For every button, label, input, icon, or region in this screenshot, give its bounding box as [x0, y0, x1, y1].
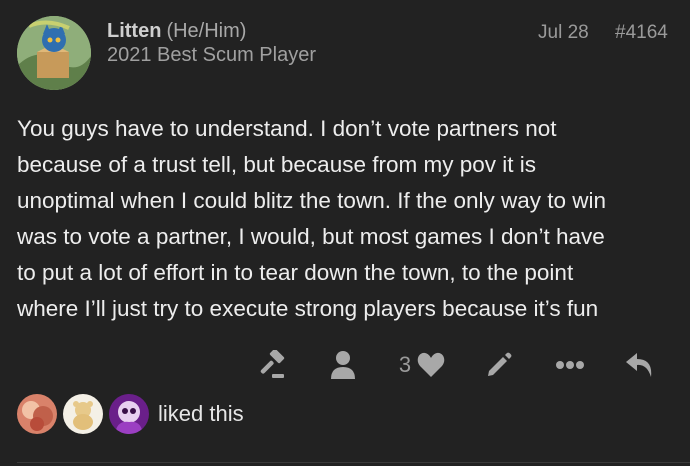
user-icon — [331, 351, 355, 379]
post-body-line: where I’ll just try to execute strong pl… — [17, 296, 599, 321]
post-body-line: You guys have to understand. I don’t vot… — [17, 116, 557, 141]
gavel-button[interactable] — [254, 348, 288, 382]
like-count: 3 — [398, 352, 412, 377]
username-link[interactable]: Litten — [107, 20, 161, 42]
post-actions: 3 — [0, 348, 690, 382]
user-card-button[interactable] — [327, 348, 359, 382]
liked-this-label: liked this — [158, 401, 244, 426]
liker-avatar[interactable] — [109, 394, 149, 434]
liker-avatar[interactable] — [17, 394, 57, 434]
post-body-line: because of a trust tell, but because fro… — [17, 152, 536, 177]
like-button[interactable]: 3 — [392, 348, 452, 382]
post-number[interactable]: #4164 — [615, 22, 668, 44]
gavel-icon — [260, 350, 285, 378]
post-body-line: to put a lot of effort in to tear down t… — [17, 260, 574, 285]
user-avatar[interactable] — [17, 16, 91, 90]
post-body-line: unoptimal when I could blitz the town. I… — [17, 188, 607, 213]
pencil-icon — [488, 352, 512, 376]
reply-icon — [626, 353, 652, 377]
post-date[interactable]: Jul 28 — [538, 22, 589, 44]
more-button[interactable] — [554, 348, 586, 382]
reply-button[interactable] — [624, 348, 656, 382]
heart-icon — [417, 352, 445, 377]
user-pronouns: (He/Him) — [166, 20, 247, 42]
ellipsis-icon — [556, 361, 584, 369]
post-body: You guys have to understand. I don’t vot… — [17, 111, 682, 327]
divider — [17, 462, 690, 463]
liker-avatar[interactable] — [63, 394, 103, 434]
post-body-line: was to vote a partner, I would, but most… — [17, 224, 605, 249]
user-name-line: Litten (He/Him) — [107, 20, 246, 43]
user-title: 2021 Best Scum Player — [107, 44, 316, 66]
likers-list: liked this — [17, 394, 244, 434]
edit-button[interactable] — [483, 348, 515, 382]
